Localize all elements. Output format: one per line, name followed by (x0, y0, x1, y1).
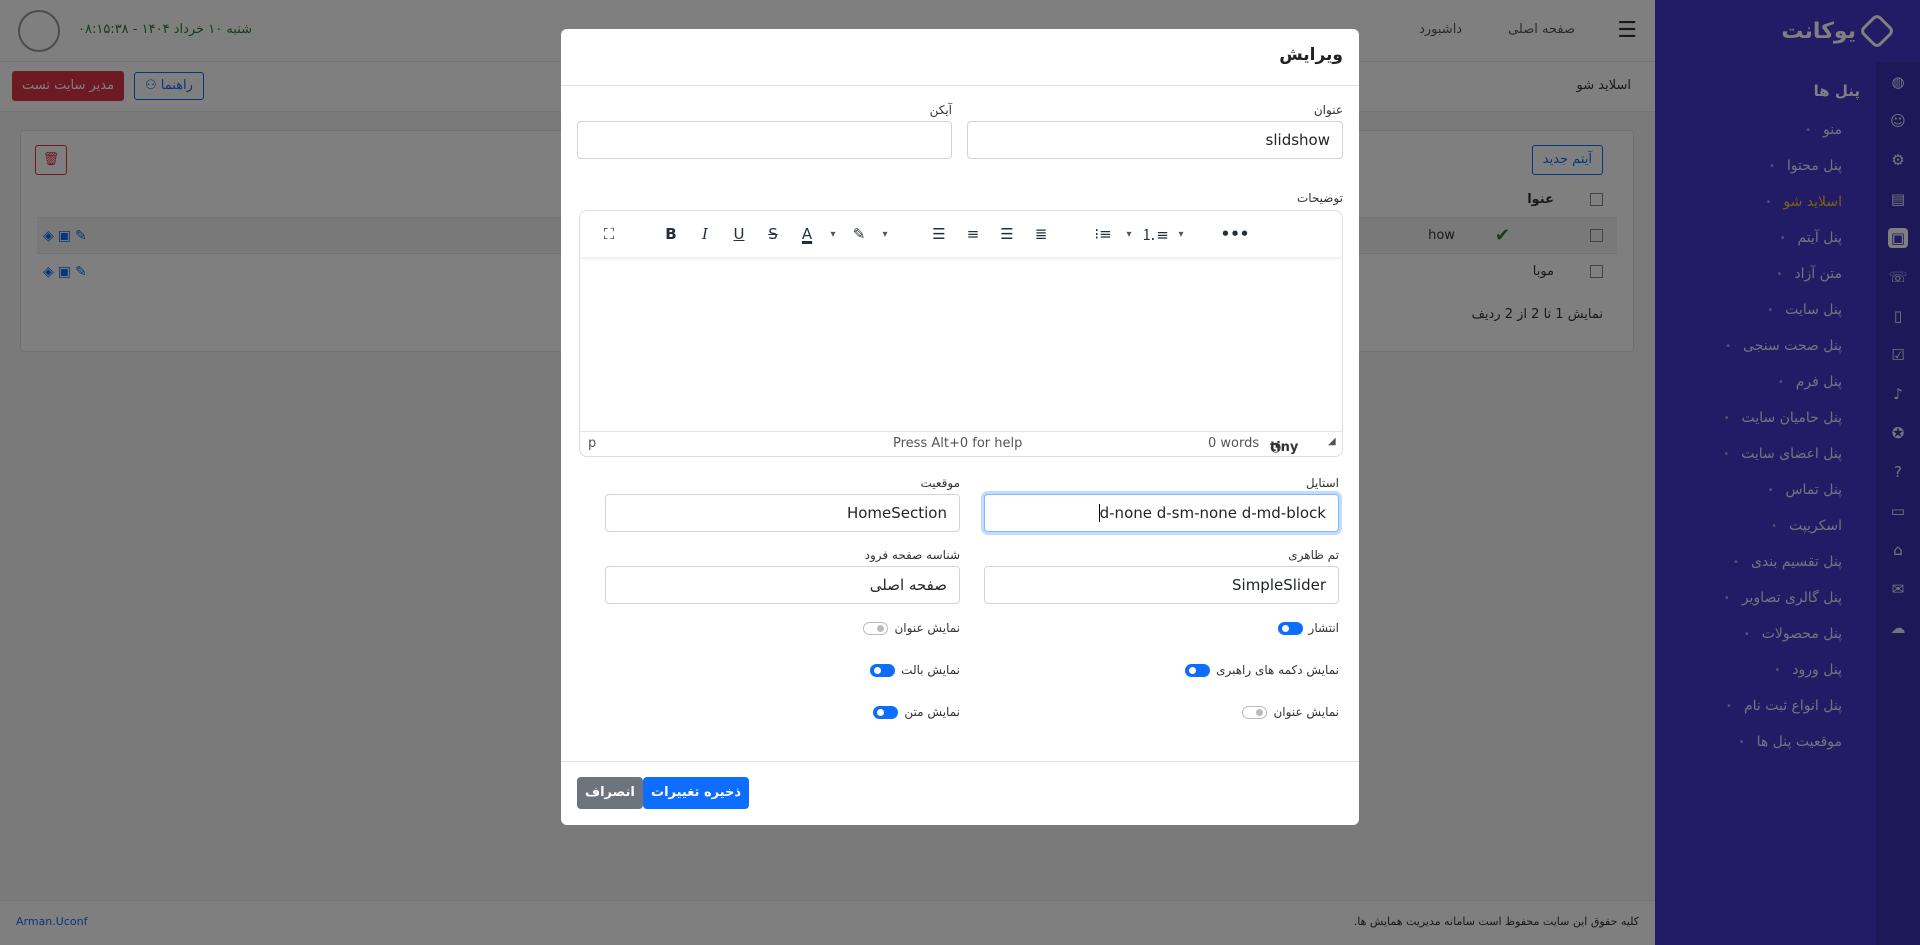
theme-label: تم ظاهری (1288, 548, 1339, 562)
position-input[interactable]: HomeSection (605, 494, 960, 532)
rich-text-editor: ⛶ B I U S A ▾ ✎ ▾ ☰ ≡ ☰ ≣ ⁝≡ ▾ ⒈≡ ▾ ••• … (579, 210, 1343, 457)
numbered-list-icon[interactable]: ⒈≡ (1138, 218, 1172, 250)
title-label: عنوان (1313, 103, 1343, 117)
bold-icon[interactable]: B (654, 218, 688, 250)
align-right-icon[interactable]: ☰ (990, 218, 1024, 250)
chevron-down-icon[interactable]: ▾ (824, 218, 842, 250)
modal-footer: ذخیره تغییرات انصراف (561, 761, 1359, 825)
text-color-icon[interactable]: A (790, 218, 824, 250)
italic-icon[interactable]: I (688, 218, 722, 250)
position-label: موقعیت (920, 476, 960, 490)
resize-handle-icon[interactable]: ◢ (1328, 436, 1336, 447)
description-label: توضیحات (1296, 191, 1343, 205)
underline-icon[interactable]: U (722, 218, 756, 250)
show-bullet-label: نمایش بالت (901, 663, 960, 677)
highlight-icon[interactable]: ✎ (842, 218, 876, 250)
editor-content[interactable] (580, 257, 1342, 433)
tiny-brand: tiny (1270, 440, 1299, 455)
element-path[interactable]: p (588, 436, 596, 451)
show-title-switch[interactable] (863, 621, 889, 635)
chevron-down-icon[interactable]: ▾ (1172, 218, 1190, 250)
cancel-button[interactable]: انصراف (577, 777, 643, 809)
modal-title: ویرایش (561, 29, 1359, 86)
icon-input[interactable] (577, 121, 952, 159)
chevron-down-icon[interactable]: ▾ (1120, 218, 1138, 250)
show-guide-buttons-toggle[interactable]: نمایش دکمه های راهبری (1185, 663, 1339, 677)
word-count[interactable]: 0 words (1208, 436, 1259, 451)
show-guide-buttons-switch[interactable] (1185, 663, 1211, 677)
editor-statusbar: p Press Alt+0 for help 0 words ◔ tiny ◢ (580, 431, 1342, 456)
landing-input[interactable]: صفحه اصلی (605, 566, 960, 604)
publish-switch[interactable] (1277, 621, 1303, 635)
title-input[interactable]: slidshow (967, 121, 1343, 159)
edit-modal: ویرایش عنوان slidshow آیکن توضیحات ⛶ B I… (561, 29, 1359, 825)
show-text-switch[interactable] (873, 705, 899, 719)
landing-label: شناسه صفحه فرود (864, 548, 960, 562)
icon-label: آیکن (929, 103, 952, 117)
bullet-list-icon[interactable]: ⁝≡ (1086, 218, 1120, 250)
theme-input[interactable]: SimpleSlider (984, 566, 1339, 604)
align-center-icon[interactable]: ≡ (956, 218, 990, 250)
style-input[interactable]: d-none d-sm-none d-md-block (984, 494, 1339, 532)
show-title-toggle-2[interactable]: نمایش عنوان (1242, 705, 1339, 719)
show-bullet-toggle[interactable]: نمایش بالت (870, 663, 960, 677)
strikethrough-icon[interactable]: S (756, 218, 790, 250)
show-title-toggle[interactable]: نمایش عنوان (863, 621, 960, 635)
chevron-down-icon[interactable]: ▾ (876, 218, 894, 250)
show-text-toggle[interactable]: نمایش متن (873, 705, 960, 719)
fullscreen-icon[interactable]: ⛶ (592, 218, 626, 250)
publish-toggle[interactable]: انتشار (1277, 621, 1339, 635)
show-title-switch-2[interactable] (1242, 705, 1268, 719)
style-label: استایل (1305, 476, 1339, 490)
more-icon[interactable]: ••• (1218, 218, 1252, 250)
show-bullet-switch[interactable] (870, 663, 896, 677)
align-justify-icon[interactable]: ≣ (1024, 218, 1058, 250)
show-text-label: نمایش متن (904, 705, 960, 719)
editor-help: Press Alt+0 for help (893, 436, 1023, 451)
publish-label: انتشار (1308, 621, 1339, 635)
show-guide-buttons-label: نمایش دکمه های راهبری (1216, 663, 1339, 677)
save-button[interactable]: ذخیره تغییرات (643, 777, 750, 809)
editor-toolbar: ⛶ B I U S A ▾ ✎ ▾ ☰ ≡ ☰ ≣ ⁝≡ ▾ ⒈≡ ▾ ••• (580, 211, 1342, 257)
style-value: d-none d-sm-none d-md-block (1099, 504, 1326, 522)
align-left-icon[interactable]: ☰ (922, 218, 956, 250)
show-title-label: نمایش عنوان (894, 621, 960, 635)
show-title-label-2: نمایش عنوان (1273, 705, 1339, 719)
